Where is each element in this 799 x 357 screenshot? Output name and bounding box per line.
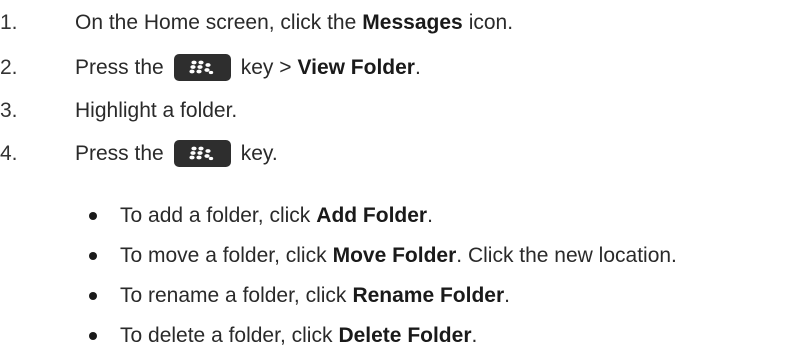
bullet-text-pre: To move a folder, click <box>120 244 327 267</box>
step-text-mid: key > <box>240 55 292 79</box>
step-number: 4. <box>0 141 18 165</box>
step-text: Highlight a folder. <box>75 98 238 122</box>
step-text-post: key. <box>240 141 278 165</box>
step-text: On the Home screen, click the Messages i… <box>75 12 513 33</box>
list-item: To delete a folder, click Delete Folder … <box>89 318 477 354</box>
bullet-text-post: . <box>504 284 510 307</box>
bullet-text-pre: To delete a folder, click <box>120 324 333 347</box>
move-folder-label: Move Folder <box>332 244 457 267</box>
step-4: 4. Press the key. <box>0 133 278 173</box>
list-item: To rename a folder, click Rename Folder … <box>89 278 510 314</box>
bullet-text-pre: To add a folder, click <box>120 204 311 227</box>
bullet-dot <box>89 212 97 220</box>
delete-folder-label: Delete Folder <box>338 324 472 347</box>
bullet-text-pre: To rename a folder, click <box>120 284 347 307</box>
blackberry-menu-key-icon <box>173 53 231 81</box>
step-number: 3. <box>0 98 18 122</box>
step-text: Press the key > View Folder . <box>75 53 421 81</box>
view-folder-label: View Folder <box>297 55 415 79</box>
list-item: To add a folder, click Add Folder . <box>89 198 433 234</box>
step-1: 1. On the Home screen, click the Message… <box>0 2 513 42</box>
step-number: 1. <box>0 10 18 34</box>
step-number: 2. <box>0 55 18 79</box>
bullet-dot <box>89 252 97 260</box>
step-text-pre: Press the <box>75 141 164 165</box>
instruction-document: 1. On the Home screen, click the Message… <box>0 0 799 357</box>
step-text-post: . <box>414 55 421 79</box>
messages-label: Messages <box>362 10 463 34</box>
step-2: 2. Press the key > View Folder . <box>0 47 421 87</box>
add-folder-label: Add Folder <box>316 204 428 227</box>
rename-folder-label: Rename Folder <box>352 284 505 307</box>
step-text-pre: Press the <box>75 55 164 79</box>
step-text-post: icon. <box>468 10 514 34</box>
step-3: 3. Highlight a folder. <box>0 90 237 130</box>
blackberry-menu-key-icon <box>173 139 231 167</box>
bullet-text-post: . <box>471 324 478 347</box>
bullet-dot <box>89 332 97 340</box>
list-item: To move a folder, click Move Folder . Cl… <box>89 238 677 274</box>
bullet-dot <box>89 292 97 300</box>
step-text: Press the key. <box>75 139 278 167</box>
bullet-text-post: . Click the new location. <box>456 244 677 267</box>
bullet-text-post: . <box>427 204 433 227</box>
step-text-pre: On the Home screen, click the <box>75 10 357 34</box>
